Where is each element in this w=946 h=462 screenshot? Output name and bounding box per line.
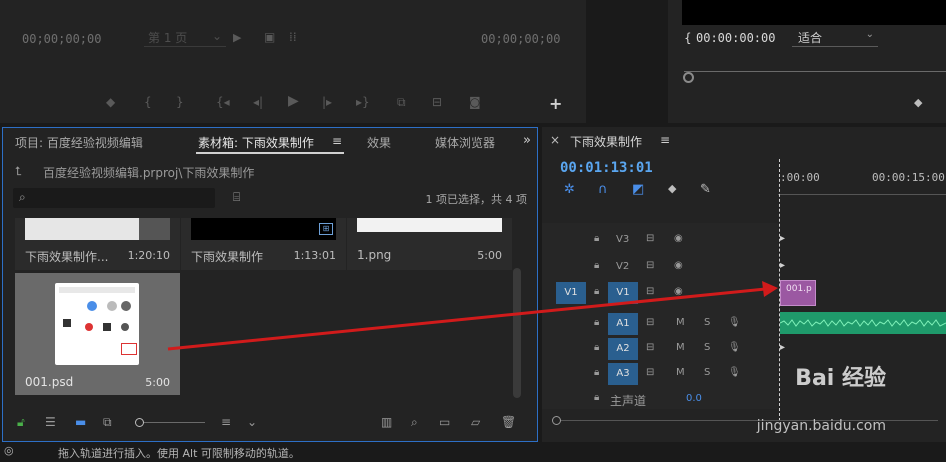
watermark-logo: Bai 经验 (795, 366, 886, 391)
status-icon: ◎ (4, 444, 14, 457)
watermark-url: jingyan.baidu.com (756, 418, 886, 434)
premiere-window: 00;00;00;00 第 1 页 ⌄ ▶ ▣ ⁞⁞ 00;00;00;00 ◆… (0, 0, 946, 462)
status-text: 拖入轨道进行插入。使用 Alt 可限制移动的轨道。 (58, 447, 300, 460)
annotation-arrow (167, 281, 778, 351)
status-bar: ◎ 拖入轨道进行插入。使用 Alt 可限制移动的轨道。 (0, 443, 946, 462)
